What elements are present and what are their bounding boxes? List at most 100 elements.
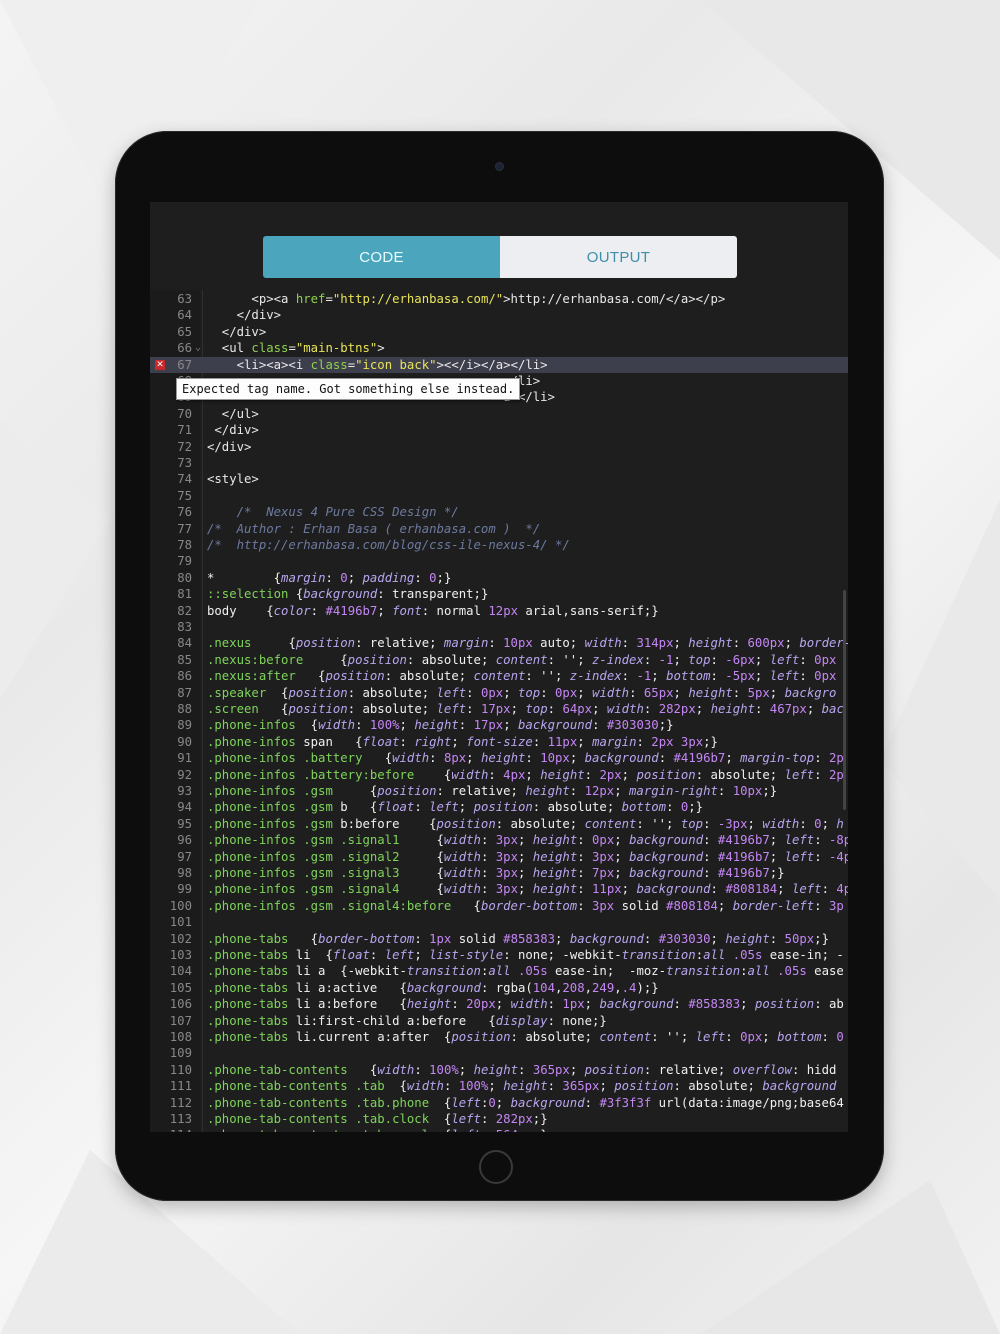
code-line[interactable]: 99 .phone-infos .gsm .signal4 {width: 3px… (150, 881, 848, 897)
code-token: ; (754, 669, 770, 684)
code-line[interactable]: 91 .phone-infos .battery {width: 8px; hei… (150, 750, 848, 766)
code-line[interactable]: 75 (150, 488, 848, 504)
code-line[interactable]: 65 </div> (150, 324, 848, 340)
code-token: ; (577, 685, 593, 700)
code-line[interactable]: 106 .phone-tabs li a:before {height: 20px… (150, 996, 848, 1012)
code-token: 3px (495, 882, 518, 897)
code-token: left (451, 1128, 481, 1132)
code-line[interactable]: 83 (150, 619, 848, 635)
code-text: </div> (207, 307, 281, 323)
tab-output[interactable]: OUTPUT (500, 236, 737, 278)
code-line[interactable]: 80 * {margin: 0; padding: 0;} (150, 570, 848, 586)
code-line[interactable]: 84 .nexus {position: relative; margin: 10… (150, 635, 848, 651)
code-line[interactable]: 76 /* Nexus 4 Pure CSS Design */ (150, 504, 848, 520)
code-token: { (251, 636, 296, 651)
code-line[interactable]: 66 ⌄ <ul class="main-btns"> (150, 340, 848, 356)
code-line[interactable]: 112 .phone-tab-contents .tab.phone {left:… (150, 1095, 848, 1111)
code-line[interactable]: 81::selection {background: transparent;} (150, 586, 848, 602)
code-token: : (695, 948, 704, 962)
code-token: width (584, 636, 622, 651)
code-line[interactable]: 72 </div> (150, 439, 848, 455)
tab-code[interactable]: CODE (263, 236, 500, 278)
code-line[interactable]: 107 .phone-tabs li:first-child a:before {… (150, 1013, 848, 1029)
code-token: .phone-tabs (207, 964, 289, 979)
code-token: class (310, 357, 348, 372)
fold-arrow-icon[interactable]: ⌄ (195, 340, 201, 356)
code-token: ; (769, 685, 785, 700)
line-number: 74 (177, 472, 192, 487)
code-line[interactable]: 94 .phone-infos .gsm b {float: left; posi… (150, 799, 848, 815)
code-text: </div> (207, 324, 266, 340)
code-line[interactable]: 100 .phone-infos .gsm .signal4:before {bo… (150, 898, 848, 914)
code-token: 600px (747, 636, 785, 651)
code-line[interactable]: 71 </div> (150, 422, 848, 438)
code-token: : (814, 849, 829, 864)
home-button[interactable] (479, 1150, 513, 1184)
error-icon[interactable]: ✕ (155, 359, 165, 370)
code-line[interactable]: 93 .phone-infos .gsm {position: relative;… (150, 783, 848, 799)
code-line[interactable]: 86 .nexus:after {position: absolute; cont… (150, 668, 848, 684)
code-editor[interactable]: 63 <p><a href="http://erhanbasa.com/">ht… (150, 290, 848, 1132)
code-line[interactable]: 79 (150, 553, 848, 569)
code-token: : (643, 652, 659, 667)
code-line[interactable]: 78 /* http://erhanbasa.com/blog/css-ile-n… (150, 537, 848, 553)
code-token: : (717, 784, 733, 798)
code-line[interactable]: 101 (150, 914, 848, 930)
code-token: ; (806, 702, 822, 716)
code-line[interactable]: 89 .phone-infos {width: 100%; height: 17p… (150, 717, 848, 733)
code-text: ::selection {background: transparent;} (207, 586, 488, 602)
code-line[interactable]: 114 .phone-tab-contents .tab.peoples{left… (150, 1127, 848, 1132)
code-token: { (451, 898, 481, 913)
code-text: .nexus:before {position: absolute; conte… (207, 652, 836, 668)
code-line[interactable]: 90 .phone-infos span {float: right; font-… (150, 734, 848, 750)
code-line[interactable]: 97 .phone-infos .gsm .signal2 {width: 3px… (150, 849, 848, 865)
code-line[interactable]: 102 .phone-tabs {border-bottom: 1px solid… (150, 931, 848, 947)
code-text: .phone-tab-contents .tab {width: 100%; h… (207, 1078, 836, 1094)
line-number: 90 (177, 734, 192, 749)
code-line[interactable]: 64 </div> (150, 307, 848, 323)
code-line[interactable]: 109 (150, 1045, 848, 1061)
code-line[interactable]: 67 ✕ <li><a><i class="icon back"><</i></a… (150, 356, 848, 373)
code-token: .phone-infos .gsm .signal4:before (207, 898, 452, 913)
code-line[interactable]: 104 .phone-tabs li a {-webkit-transition:… (150, 963, 848, 979)
code-token: : ''; (636, 816, 681, 831)
code-line[interactable]: 110 .phone-tab-contents {width: 100%; hei… (150, 1062, 848, 1078)
code-text: body {color: #4196b7; font: normal 12px … (207, 603, 659, 619)
line-number: 93 (177, 784, 192, 798)
code-token: : (710, 882, 726, 897)
code-token: 50px (784, 931, 815, 946)
code-line[interactable]: 74 <style> (150, 471, 848, 487)
line-number: 82 (177, 603, 192, 618)
code-line[interactable]: 105 .phone-tabs li a:active {background: … (150, 980, 848, 996)
code-text: .screen {position: absolute; left: 17px;… (207, 701, 844, 717)
code-line[interactable]: 88 .screen {position: absolute; left: 17p… (150, 701, 848, 717)
code-token: { (399, 833, 444, 848)
code-line[interactable]: 70 </ul> (150, 406, 848, 422)
code-line[interactable]: 73 (150, 455, 848, 471)
code-line[interactable]: 111 .phone-tab-contents .tab {width: 100%… (150, 1078, 848, 1094)
code-line[interactable]: 96 .phone-infos .gsm .signal1 {width: 3px… (150, 832, 848, 848)
code-line[interactable]: 113 .phone-tab-contents .tab.clock {left:… (150, 1111, 848, 1127)
code-line[interactable]: 77 /* Author : Erhan Basa ( erhanbasa.com… (150, 521, 848, 537)
code-line[interactable]: 95 .phone-infos .gsm b:before {position: … (150, 816, 848, 832)
code-token: position (473, 800, 533, 815)
code-line[interactable]: 87 .speaker {position: absolute; left: 0p… (150, 685, 848, 701)
code-line[interactable]: 108 .phone-tabs li.current a:after {posit… (150, 1029, 848, 1045)
code-text: .phone-infos .gsm {position: relative; h… (207, 783, 777, 799)
code-token: #4196b7 (717, 833, 770, 848)
code-token: bottom (666, 669, 711, 684)
editor-scrollbar[interactable] (843, 590, 846, 810)
code-token: z-index (569, 669, 622, 684)
code-line[interactable]: 92 .phone-infos .battery:before {width: 4… (150, 767, 848, 783)
code-line[interactable]: 63 <p><a href="http://erhanbasa.com/">ht… (150, 291, 848, 307)
code-token: : absolute; (510, 1030, 600, 1044)
code-token: : (577, 882, 593, 897)
code-line[interactable]: 82 body {color: #4196b7; font: normal 12p… (150, 603, 848, 619)
code-line[interactable]: 85 .nexus:before {position: absolute; con… (150, 652, 848, 668)
code-text: .phone-infos .gsm b {float: left; positi… (207, 799, 703, 815)
code-token: 0 (340, 570, 348, 585)
code-line[interactable]: 98 .phone-infos .gsm .signal3 {width: 3px… (150, 865, 848, 881)
code-text: .phone-infos .gsm .signal1 {width: 3px; … (207, 832, 848, 848)
code-token: : relative; (436, 784, 526, 798)
code-line[interactable]: 103 .phone-tabs li {float: left; list-sty… (150, 947, 848, 963)
